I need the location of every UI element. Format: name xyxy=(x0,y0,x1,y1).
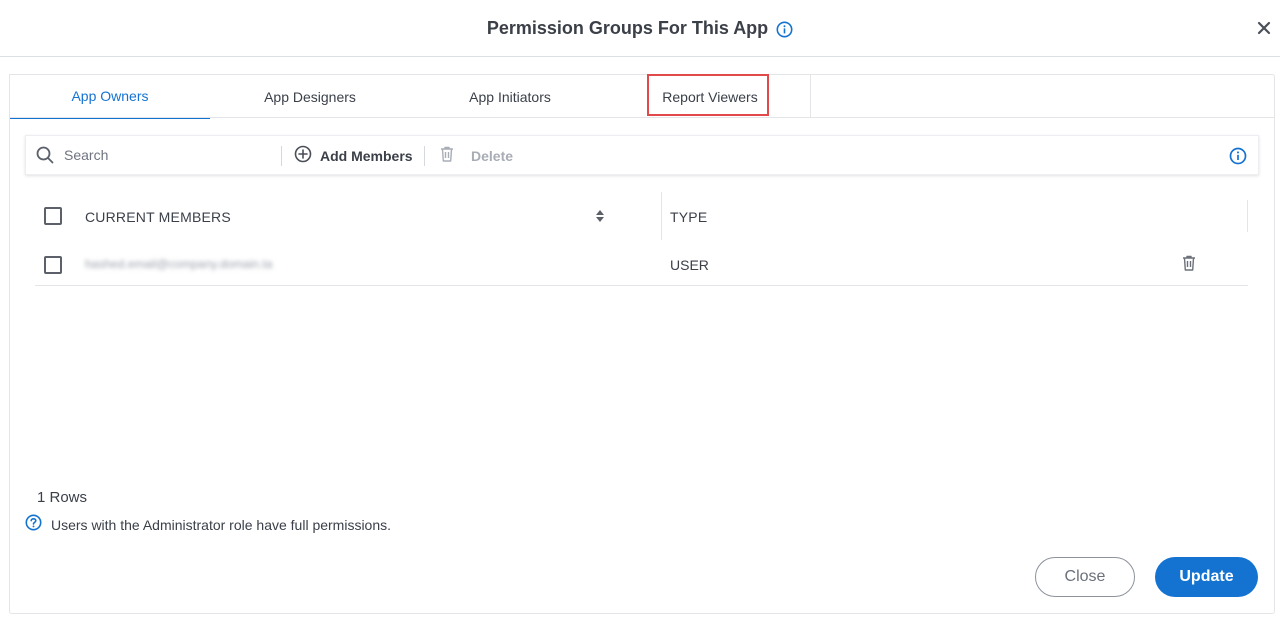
dialog-title: Permission Groups For This App xyxy=(486,17,769,38)
member-type: USER xyxy=(670,257,709,273)
toolbar-separator xyxy=(424,146,425,166)
rows-count: 1 Rows xyxy=(37,489,88,506)
add-members-button[interactable]: Add Members xyxy=(294,144,413,168)
tab-app-designers[interactable]: App Designers xyxy=(210,75,410,118)
member-name: hashed.email@company.domain.ta xyxy=(85,257,273,271)
tab-app-initiators[interactable]: App Initiators xyxy=(410,75,610,118)
column-separator[interactable] xyxy=(1247,200,1248,232)
toolbar-separator xyxy=(281,146,282,166)
admin-note-text: Users with the Administrator role have f… xyxy=(51,517,392,533)
add-circle-icon xyxy=(294,145,312,168)
add-members-label: Add Members xyxy=(320,148,413,164)
row-checkbox[interactable] xyxy=(44,256,62,274)
admin-note: Users with the Administrator role have f… xyxy=(25,514,391,536)
dialog-header: Permission Groups For This App xyxy=(0,0,1280,57)
select-all-checkbox[interactable] xyxy=(44,207,62,225)
column-header-type: TYPE xyxy=(670,209,708,225)
info-icon[interactable] xyxy=(776,21,793,38)
table-row[interactable]: hashed.email@company.domain.ta USER xyxy=(35,242,1248,286)
tab-bar: App Owners App Designers App Initiators … xyxy=(9,74,811,119)
trash-icon xyxy=(439,145,455,168)
update-button[interactable]: Update xyxy=(1155,557,1258,597)
search-icon xyxy=(36,146,54,169)
search-input[interactable] xyxy=(64,144,274,166)
members-toolbar: Add Members Delete xyxy=(25,135,1259,175)
column-separator[interactable] xyxy=(661,192,662,240)
info-icon[interactable] xyxy=(1229,147,1247,170)
column-header-current-members: CURRENT MEMBERS xyxy=(85,209,231,225)
delete-label: Delete xyxy=(471,148,514,164)
help-icon xyxy=(25,514,42,536)
tab-report-viewers[interactable]: Report Viewers xyxy=(610,75,810,118)
sort-icon[interactable] xyxy=(595,209,605,228)
close-button[interactable]: Close xyxy=(1035,557,1135,597)
close-icon[interactable] xyxy=(1252,16,1276,40)
tab-app-owners[interactable]: App Owners xyxy=(10,75,210,119)
tab-divider xyxy=(9,117,1275,118)
dialog-title-wrap: Permission Groups For This App xyxy=(0,0,1280,56)
delete-button[interactable]: Delete xyxy=(439,144,513,168)
row-trash-icon[interactable] xyxy=(1181,254,1197,277)
table-header: CURRENT MEMBERS TYPE xyxy=(35,192,1248,240)
